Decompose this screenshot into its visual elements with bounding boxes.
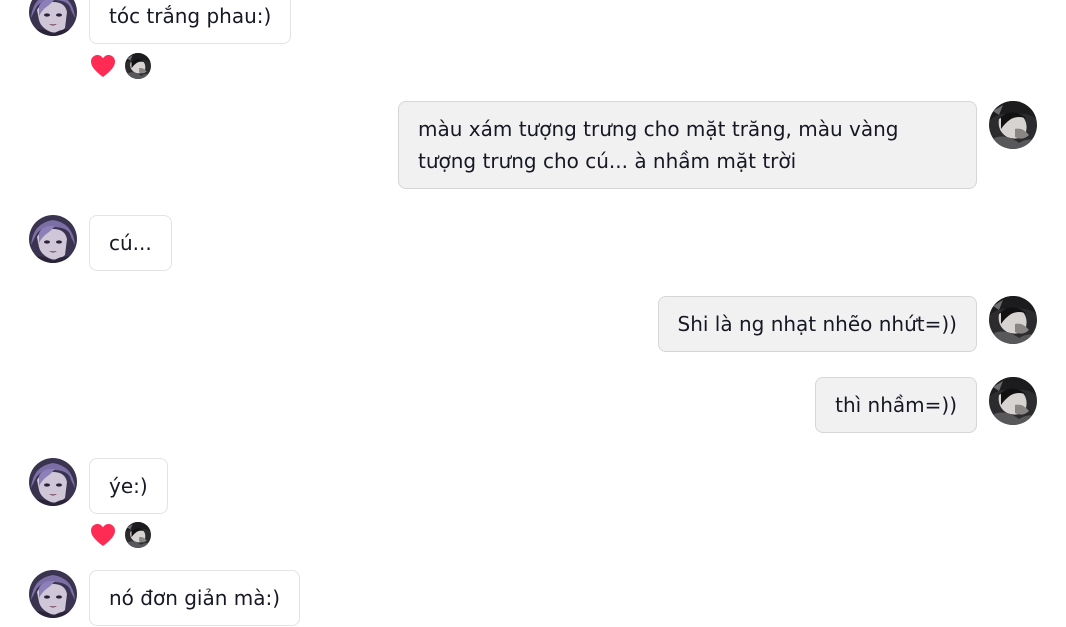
message-reaction[interactable] xyxy=(90,53,151,79)
outgoing-message-bubble[interactable]: thì nhầm=)) xyxy=(815,377,977,433)
contact-avatar[interactable] xyxy=(29,458,77,506)
message-text: nó đơn giản mà:) xyxy=(109,586,281,610)
message-text: thì nhầm=)) xyxy=(835,393,957,417)
message-text: tóc trắng phau:) xyxy=(109,4,272,28)
contact-avatar[interactable] xyxy=(29,215,77,263)
incoming-message-bubble[interactable]: cú... xyxy=(89,215,172,271)
my-avatar[interactable] xyxy=(989,296,1037,344)
message-reaction[interactable] xyxy=(90,522,151,548)
reactor-avatar xyxy=(125,522,151,548)
incoming-message-bubble[interactable]: tóc trắng phau:) xyxy=(89,0,292,44)
message-text: màu xám tượng trưng cho mặt trăng, màu v… xyxy=(418,117,899,173)
message-text: cú... xyxy=(109,231,152,255)
reactor-avatar xyxy=(125,53,151,79)
chat-thread: tóc trắng phau:) màu xám tượng trưng cho… xyxy=(0,0,1066,627)
contact-avatar[interactable] xyxy=(29,570,77,618)
message-text: ýe:) xyxy=(109,474,148,498)
outgoing-message-bubble[interactable]: Shi là ng nhạt nhẽo nhứt=)) xyxy=(657,296,977,352)
message-text: Shi là ng nhạt nhẽo nhứt=)) xyxy=(677,312,957,336)
heart-icon xyxy=(90,54,116,78)
incoming-message-bubble[interactable]: ýe:) xyxy=(89,458,168,514)
outgoing-message-bubble[interactable]: màu xám tượng trưng cho mặt trăng, màu v… xyxy=(398,101,977,189)
my-avatar[interactable] xyxy=(989,377,1037,425)
contact-avatar[interactable] xyxy=(29,0,77,36)
my-avatar[interactable] xyxy=(989,101,1037,149)
heart-icon xyxy=(90,523,116,547)
incoming-message-bubble[interactable]: nó đơn giản mà:) xyxy=(89,570,301,626)
